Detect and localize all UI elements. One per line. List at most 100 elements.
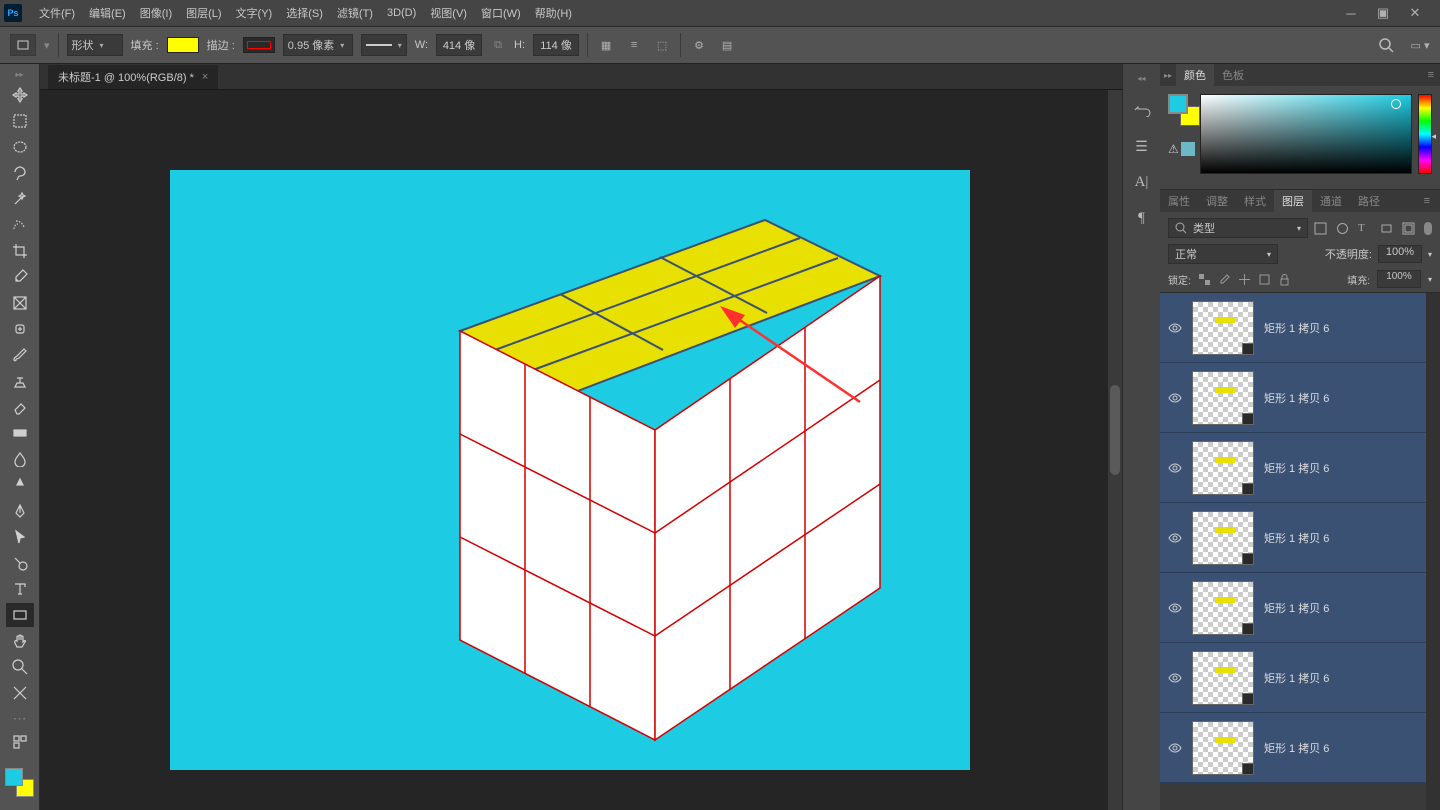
foreground-swatch[interactable] [1168,94,1188,114]
stroke-swatch[interactable] [243,37,275,53]
scrollbar-thumb[interactable] [1110,385,1120,475]
layer-thumbnail[interactable] [1192,721,1254,775]
history-panel-icon[interactable] [1131,101,1153,119]
hand-tool[interactable] [6,629,34,653]
menu-layer[interactable]: 图层(L) [179,0,228,26]
toolbar-color-swatches[interactable] [5,768,35,798]
layer-thumbnail[interactable] [1192,441,1254,495]
artboard-tool[interactable] [6,681,34,705]
canvas-viewport[interactable] [40,90,1122,810]
brush-tool[interactable] [6,343,34,367]
type-tool[interactable] [6,577,34,601]
menu-3d[interactable]: 3D(D) [380,0,423,26]
visibility-icon[interactable] [1168,601,1182,615]
layers-scrollbar[interactable] [1426,293,1440,810]
filter-shape-icon[interactable] [1380,222,1393,235]
gamut-warning-icon[interactable]: ⚠ [1168,142,1179,156]
layer-thumbnail[interactable] [1192,511,1254,565]
adjustments-tab[interactable]: 调整 [1198,190,1236,212]
magic-wand-tool[interactable] [6,187,34,211]
visibility-icon[interactable] [1168,391,1182,405]
eraser-tool[interactable] [6,395,34,419]
rectangle-tool[interactable] [6,603,34,627]
align-edges-icon[interactable]: ▤ [717,35,737,55]
color-field[interactable] [1200,94,1412,174]
canvas[interactable] [170,170,970,770]
vertical-scrollbar[interactable] [1108,90,1122,810]
layer-row[interactable]: 矩形 1 拷贝 6 [1160,363,1426,433]
layer-thumbnail[interactable] [1192,581,1254,635]
visibility-icon[interactable] [1168,531,1182,545]
direct-select-tool[interactable] [6,551,34,575]
layer-row[interactable]: 矩形 1 拷贝 6 [1160,713,1426,783]
menu-image[interactable]: 图像(I) [133,0,179,26]
swatches-tab[interactable]: 色板 [1214,64,1252,86]
shape-mode-dropdown[interactable]: 形状▾ [67,34,123,56]
layers-panel-menu-icon[interactable]: ≡ [1418,195,1436,207]
minimize-button[interactable]: ─ [1344,6,1358,20]
pen-tool[interactable] [6,499,34,523]
blur-tool[interactable] [6,447,34,471]
channels-tab[interactable]: 通道 [1312,190,1350,212]
layer-row[interactable]: 矩形 1 拷贝 6 [1160,433,1426,503]
maximize-button[interactable]: ▣ [1376,6,1390,20]
dodge-tool[interactable] [6,473,34,497]
stroke-width-input[interactable]: 0.95 像素▾ [283,34,353,56]
height-input[interactable] [533,34,579,56]
filter-toggle[interactable] [1424,222,1432,235]
hue-slider[interactable]: ◂ [1418,94,1432,174]
lock-artboard-icon[interactable] [1258,273,1271,286]
lock-all-icon[interactable] [1278,273,1291,286]
workspace-switcher-icon[interactable]: ▭ ▾ [1410,35,1430,55]
close-button[interactable]: ✕ [1408,6,1422,20]
paragraph-panel-icon[interactable]: ¶ [1131,209,1153,227]
gamut-color-swatch[interactable] [1181,142,1195,156]
gradient-tool[interactable] [6,421,34,445]
close-tab-icon[interactable]: × [202,71,208,83]
menu-view[interactable]: 视图(V) [423,0,474,26]
spot-heal-tool[interactable] [6,317,34,341]
filter-pixel-icon[interactable] [1314,222,1327,235]
menu-type[interactable]: 文字(Y) [229,0,280,26]
color-tab[interactable]: 颜色 [1176,64,1214,86]
opacity-input[interactable]: 100% [1378,245,1422,263]
fill-swatch[interactable] [167,37,199,53]
visibility-icon[interactable] [1168,461,1182,475]
eyedropper-tool[interactable] [6,265,34,289]
lasso-tool[interactable] [6,161,34,185]
layer-list[interactable]: 矩形 1 拷贝 6矩形 1 拷贝 6矩形 1 拷贝 6矩形 1 拷贝 6矩形 1… [1160,293,1426,810]
align-icon[interactable]: ≡ [624,35,644,55]
menu-edit[interactable]: 编辑(E) [82,0,133,26]
layers-tab[interactable]: 图层 [1274,190,1312,212]
lock-paint-icon[interactable] [1218,273,1231,286]
visibility-icon[interactable] [1168,741,1182,755]
visibility-icon[interactable] [1168,671,1182,685]
adjustments-panel-icon[interactable]: ☰ [1131,137,1153,155]
stroke-style-dropdown[interactable]: ▾ [361,34,407,56]
ellipse-marquee-tool[interactable] [6,135,34,159]
path-select-tool[interactable] [6,525,34,549]
layer-thumbnail[interactable] [1192,371,1254,425]
width-input[interactable] [436,34,482,56]
layer-thumbnail[interactable] [1192,301,1254,355]
fill-opacity-input[interactable]: 100% [1377,270,1421,288]
quick-select-tool[interactable] [6,213,34,237]
menu-filter[interactable]: 滤镜(T) [330,0,380,26]
paths-tab[interactable]: 路径 [1350,190,1388,212]
layer-row[interactable]: 矩形 1 拷贝 6 [1160,573,1426,643]
menu-window[interactable]: 窗口(W) [474,0,528,26]
frame-tool[interactable] [6,291,34,315]
blend-mode-dropdown[interactable]: 正常▾ [1168,244,1278,264]
crop-tool[interactable] [6,239,34,263]
properties-tab[interactable]: 属性 [1160,190,1198,212]
document-tab[interactable]: 未标题-1 @ 100%(RGB/8) * × [48,65,218,89]
path-operations-icon[interactable]: ▦ [596,35,616,55]
gear-icon[interactable]: ⚙ [689,35,709,55]
link-wh-icon[interactable]: ⧉ [490,37,506,53]
layer-thumbnail[interactable] [1192,651,1254,705]
layer-filter-dropdown[interactable]: 类型 ▾ [1168,218,1308,238]
lock-position-icon[interactable] [1238,273,1251,286]
styles-tab[interactable]: 样式 [1236,190,1274,212]
menu-select[interactable]: 选择(S) [279,0,330,26]
layer-row[interactable]: 矩形 1 拷贝 6 [1160,293,1426,363]
